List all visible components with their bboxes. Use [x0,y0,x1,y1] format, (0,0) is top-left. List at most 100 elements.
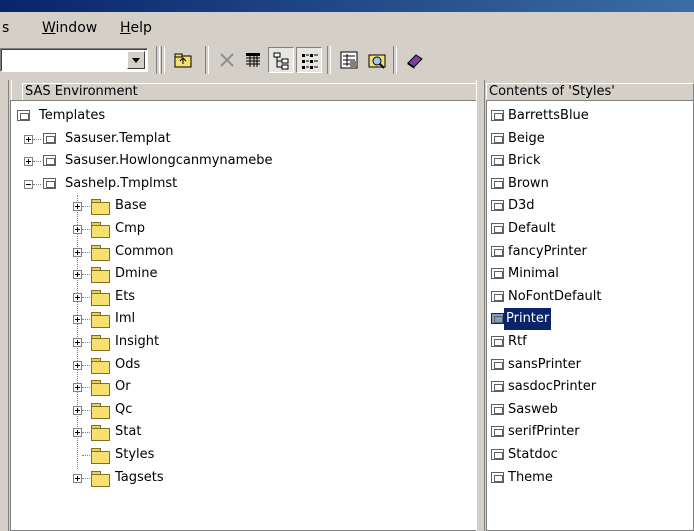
expand-plus-icon[interactable] [73,270,82,280]
properties-button[interactable] [336,47,362,73]
right-pane-header[interactable]: Contents of 'Styles' [486,83,694,101]
tree-folder-label: Common [115,243,174,259]
expand-plus-icon[interactable] [73,315,82,325]
folder-icon [91,425,110,442]
menu-window[interactable]: Window [42,20,97,36]
tree-folder-row[interactable]: Or [11,376,451,398]
style-list-item-label: Theme [508,469,553,485]
template-icon [491,245,504,257]
tree-store-label: Sasuser.Templat [65,130,171,146]
template-icon [43,132,56,144]
template-icon [491,110,504,121]
tree-folder-row[interactable]: Ets [11,286,451,308]
menu-window-mnemonic: W [42,20,56,36]
tree-store-row[interactable]: Sashelp.Tmplmst [11,173,451,195]
tree-connector [82,296,90,299]
menu-help[interactable]: Help [120,20,152,36]
up-folder-button[interactable] [170,47,196,73]
style-list-item-label: Minimal [508,266,559,282]
tree-view-button[interactable] [268,47,294,73]
tree-folder-row[interactable]: Qc [11,399,451,421]
style-list-item-label: serifPrinter [508,424,580,440]
expand-plus-icon[interactable] [73,405,82,415]
folder-icon [91,335,110,351]
tree-folder-label: Insight [115,334,160,349]
tree-connector [33,183,41,186]
style-list-item-label: fancyPrinter [508,243,587,259]
tree-folder-row[interactable]: Base [11,195,451,217]
template-icon [491,200,504,212]
tree-folder-row[interactable]: Stat [11,421,451,443]
expand-plus-icon[interactable] [73,247,82,257]
details-view-button[interactable] [240,47,266,73]
style-list-item-label: sasdocPrinter [508,379,597,395]
delete-icon [220,53,234,67]
folder-icon [91,470,110,487]
expand-plus-icon[interactable] [24,134,33,144]
style-list-item-label-selected: Printer [504,308,552,331]
combo-dropdown-button[interactable] [127,51,145,69]
folder-icon [91,402,110,419]
expand-plus-icon[interactable] [73,225,82,234]
template-icon [43,177,56,189]
list-view-button[interactable] [296,47,322,73]
menu-tools-partial[interactable]: s [2,20,9,36]
window-left-edge [0,80,12,531]
tree-folder-row[interactable]: Tagsets [11,467,451,489]
toolbar-separator [393,46,397,74]
style-list-item-label: Statdoc [508,447,558,462]
tree-store-row[interactable]: Sasuser.Howlongcanmynamebe [11,150,451,172]
tree-folder-row[interactable]: Insight [11,331,451,353]
find-button[interactable] [364,47,390,73]
tree-folder-label: Dmine [115,266,158,282]
tree-folder-label: Tagsets [115,469,164,485]
toolbar-separator [156,46,160,74]
template-icon [491,471,504,483]
template-icon [491,381,504,393]
tree-connector [82,229,90,231]
contents-pane[interactable]: BarrettsBlue Beige Brick Brown D3d Default fan… [486,100,694,531]
book-icon [407,54,423,69]
delete-button[interactable] [214,47,240,73]
expand-plus-icon[interactable] [73,202,82,212]
toolbar-separator [327,46,331,74]
expand-plus-icon[interactable] [73,292,82,302]
folder-icon [91,289,110,306]
tree-folder-row[interactable]: Ods [11,354,451,376]
tree-connector [82,274,90,276]
expand-plus-icon[interactable] [73,473,82,483]
expand-plus-icon[interactable] [73,428,82,438]
expand-plus-icon[interactable] [73,360,82,370]
template-icon [491,290,504,302]
tree-connector [82,206,90,208]
list-view-icon [302,54,318,69]
tree-folder-row[interactable]: Cmp [11,218,451,240]
tree-folder-label: Or [115,379,131,395]
template-icon [43,155,56,167]
left-pane-header[interactable]: SAS Environment [22,83,477,101]
menu-bar: s Window Help [0,12,694,42]
tree-pane[interactable]: Templates Sasuser.Templat Sasuser.Howlong… [10,100,476,531]
tree-connector [82,477,90,480]
template-icon [491,426,504,438]
tree-connector [82,432,90,434]
command-combo[interactable] [0,48,148,72]
tree-connector [82,364,90,367]
properties-icon [340,51,358,69]
style-list-item-label: BarrettsBlue [508,108,589,123]
tree-folder-label: Ets [115,288,136,304]
tree-folder-row[interactable]: Dmine [11,263,451,285]
collapse-minus-icon[interactable] [24,179,33,189]
expand-plus-icon[interactable] [73,338,82,347]
expand-plus-icon[interactable] [73,383,82,393]
tree-folder-row[interactable]: Styles [11,444,451,466]
book-button[interactable] [402,47,428,73]
tree-folder-row[interactable]: Common [11,241,451,263]
tree-folder-row[interactable]: Iml [11,308,451,330]
tree-connector [82,251,90,254]
template-icon [491,449,504,460]
pane-splitter[interactable] [476,80,486,531]
folder-icon [91,448,110,464]
expand-plus-icon[interactable] [24,157,33,167]
tree-store-row[interactable]: Sasuser.Templat [11,128,451,150]
